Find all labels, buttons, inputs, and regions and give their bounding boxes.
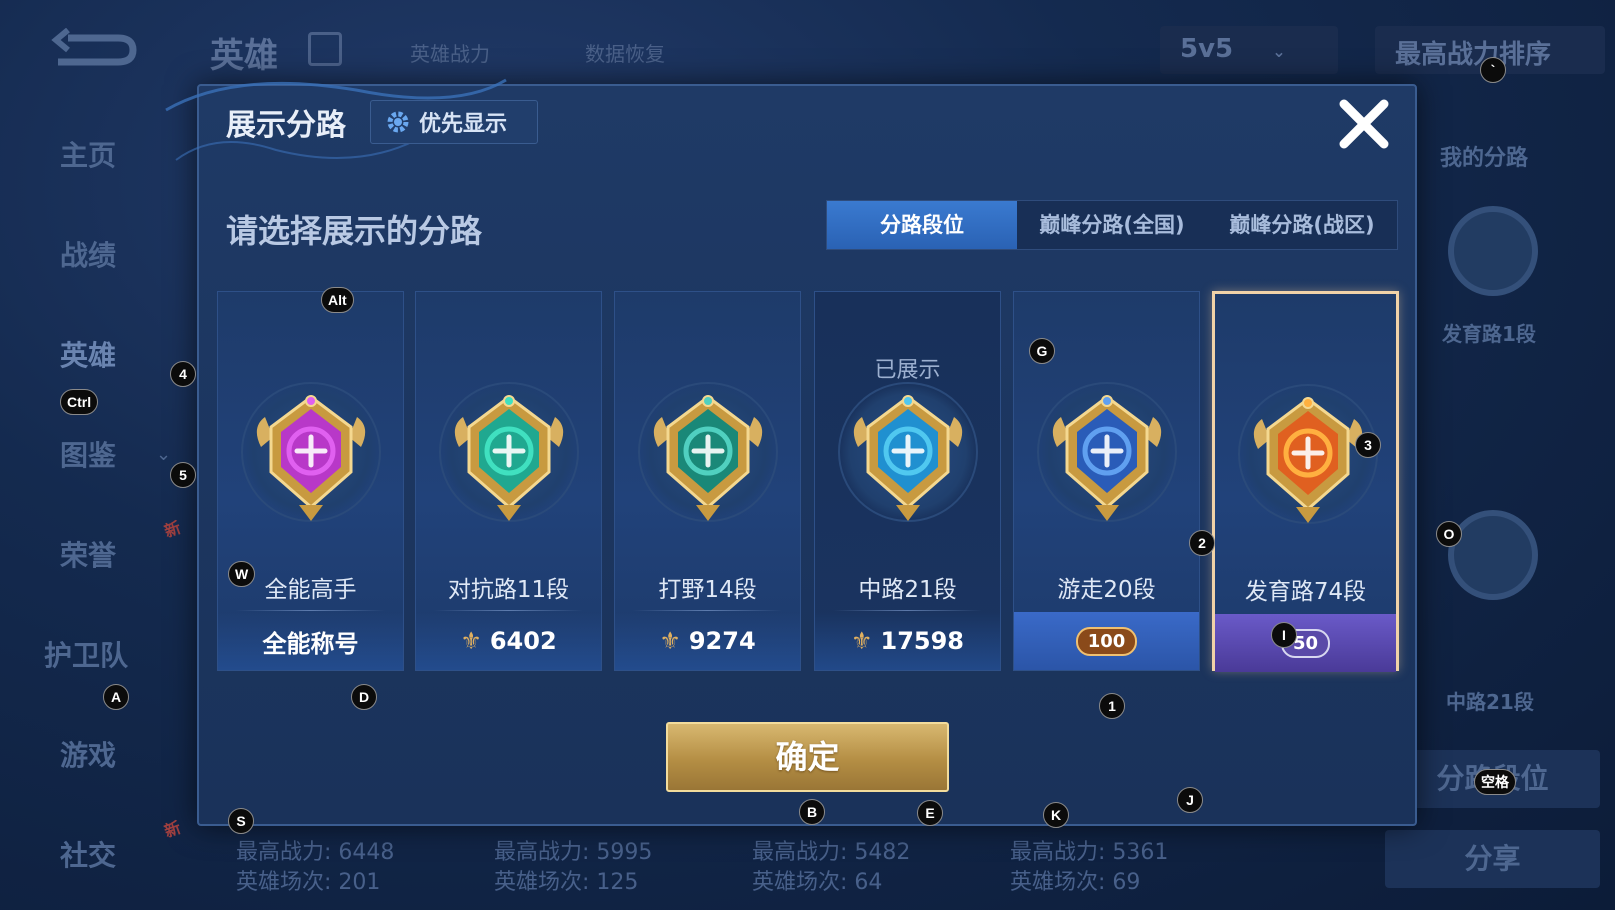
jungle-medal-icon bbox=[653, 395, 763, 521]
confirm-button[interactable]: 确定 bbox=[666, 722, 949, 792]
hero-stat: 最高战力: 5361 英雄场次: 69 bbox=[1010, 840, 1169, 895]
key-hint: K bbox=[1043, 802, 1069, 828]
lane-card-clash[interactable]: 对抗路11段 ⚜ 6402 bbox=[415, 291, 602, 671]
lane-label: 中路21段 bbox=[1446, 690, 1534, 714]
mode-dropdown[interactable]: 5v5 ⌄ bbox=[1160, 26, 1338, 74]
hero-stat: 最高战力: 5995 英雄场次: 125 bbox=[494, 840, 653, 895]
key-hint: B bbox=[799, 799, 825, 825]
sidebar-item-honor[interactable]: 荣誉 bbox=[60, 534, 116, 574]
lane-card-name: 发育路74段 bbox=[1244, 579, 1367, 605]
key-hint: Alt bbox=[321, 287, 354, 313]
lane-card-farm[interactable]: 发育路74段 50 bbox=[1212, 291, 1399, 672]
key-hint: E bbox=[917, 800, 943, 826]
lane-type-tabs: 分路段位 巅峰分路(全国) 巅峰分路(战区) bbox=[826, 200, 1398, 250]
lane-card-allround[interactable]: 全能高手 全能称号 bbox=[217, 291, 404, 671]
roam-medal-icon bbox=[1052, 395, 1162, 521]
lane-medal-icon bbox=[1448, 206, 1538, 296]
sidebar-item-record[interactable]: 战绩 bbox=[60, 234, 116, 274]
lane-card-footer: 50 bbox=[1215, 614, 1396, 672]
key-hint: W bbox=[228, 561, 256, 587]
list-icon[interactable] bbox=[308, 32, 342, 66]
sidebar-item-social[interactable]: 社交 bbox=[60, 834, 116, 874]
priority-display-button[interactable]: 优先显示 bbox=[370, 100, 538, 144]
tab-peak-national[interactable]: 巅峰分路(全国) bbox=[1017, 201, 1207, 249]
share-button[interactable]: 分享 bbox=[1385, 830, 1600, 888]
my-lanes-header: 我的分路 bbox=[1440, 146, 1529, 171]
key-hint: 5 bbox=[170, 462, 196, 488]
sidebar-item-guide[interactable]: 图鉴 bbox=[60, 434, 116, 474]
sidebar-item-home[interactable]: 主页 bbox=[60, 134, 116, 174]
key-hint: I bbox=[1271, 622, 1297, 648]
key-hint: A bbox=[103, 684, 129, 710]
key-hint: G bbox=[1029, 338, 1055, 364]
lane-card-name: 中路21段 bbox=[858, 577, 957, 603]
displayed-label: 已展示 bbox=[874, 358, 941, 383]
lane-card-mid[interactable]: 已展示 中路21段 ⚜ 17598 bbox=[814, 291, 1001, 671]
key-hint: O bbox=[1436, 521, 1462, 547]
sidebar-item-hero[interactable]: 英雄 bbox=[60, 334, 116, 374]
sidebar-item-guard[interactable]: 护卫队 bbox=[44, 634, 128, 674]
lane-label: 发育路1段 bbox=[1442, 322, 1536, 346]
lane-card-footer: ⚜ 17598 bbox=[815, 612, 1000, 670]
farm-lane-medal-icon bbox=[1253, 397, 1363, 523]
key-hint: D bbox=[351, 684, 377, 710]
key-hint: 空格 bbox=[1474, 769, 1516, 795]
clash-lane-medal-icon bbox=[454, 395, 564, 521]
hero-stat: 最高战力: 6448 英雄场次: 201 bbox=[236, 840, 395, 895]
power-icon: ⚜ bbox=[460, 627, 482, 655]
new-badge: 新 bbox=[161, 517, 184, 542]
dialog-title: 展示分路 bbox=[226, 108, 346, 143]
hero-stat: 最高战力: 5482 英雄场次: 64 bbox=[752, 840, 911, 895]
new-badge: 新 bbox=[161, 817, 184, 842]
close-icon[interactable] bbox=[1336, 96, 1392, 152]
key-hint: J bbox=[1177, 787, 1203, 813]
key-hint: S bbox=[228, 808, 254, 834]
lane-medal-icon bbox=[1448, 510, 1538, 600]
data-restore-link[interactable]: 数据恢复 bbox=[585, 38, 665, 67]
key-hint: 1 bbox=[1099, 693, 1125, 719]
lane-card-footer: 全能称号 bbox=[218, 612, 403, 670]
lane-card-name: 打野14段 bbox=[658, 577, 757, 603]
key-hint: 4 bbox=[170, 361, 196, 387]
dialog-subtitle: 请选择展示的分路 bbox=[226, 212, 483, 250]
chevron-down-icon: ⌄ bbox=[156, 444, 172, 465]
key-hint: 2 bbox=[1189, 530, 1215, 556]
mid-lane-medal-icon bbox=[853, 395, 963, 521]
lane-card-name: 对抗路11段 bbox=[447, 577, 570, 603]
allround-medal-icon bbox=[256, 395, 366, 521]
lane-card-name: 游走20段 bbox=[1057, 577, 1156, 603]
hero-power-link[interactable]: 英雄战力 bbox=[410, 38, 490, 67]
lane-card-jungle[interactable]: 打野14段 ⚜ 9274 bbox=[614, 291, 801, 671]
level-badge: 100 bbox=[1075, 626, 1138, 656]
tab-peak-region[interactable]: 巅峰分路(战区) bbox=[1207, 201, 1397, 249]
tab-lane-rank[interactable]: 分路段位 bbox=[827, 201, 1017, 249]
lane-card-footer: 100 bbox=[1014, 612, 1199, 670]
power-icon: ⚜ bbox=[850, 627, 873, 655]
back-icon[interactable] bbox=[48, 28, 138, 68]
gear-icon bbox=[387, 111, 409, 133]
sidebar-item-game[interactable]: 游戏 bbox=[60, 734, 116, 774]
key-hint: ` bbox=[1480, 57, 1506, 83]
priority-display-label: 优先显示 bbox=[419, 112, 508, 137]
key-hint: 3 bbox=[1355, 432, 1381, 458]
lane-card-footer: ⚜ 9274 bbox=[615, 612, 800, 670]
power-icon: ⚜ bbox=[659, 627, 681, 655]
key-hint: Ctrl bbox=[60, 389, 99, 415]
lane-card-footer: ⚜ 6402 bbox=[416, 612, 601, 670]
